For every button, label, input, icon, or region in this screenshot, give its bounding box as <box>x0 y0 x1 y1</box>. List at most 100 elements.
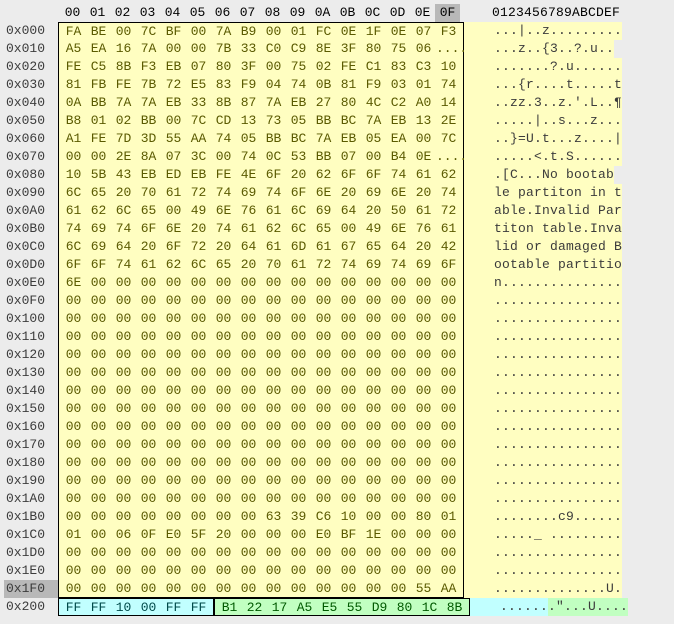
hex-byte[interactable]: 00 <box>161 472 186 490</box>
hex-byte[interactable]: 69 <box>86 220 111 238</box>
hex-bytes[interactable]: 00000000000000006339C61000008001 <box>58 508 464 526</box>
col-header[interactable]: 06 <box>210 4 235 22</box>
hex-byte[interactable]: 00 <box>361 580 386 597</box>
hex-byte[interactable]: B1 <box>217 599 242 615</box>
hex-byte[interactable]: 00 <box>436 328 461 346</box>
hex-byte[interactable]: 00 <box>161 580 186 597</box>
hex-byte[interactable]: 00 <box>361 148 386 166</box>
hex-byte[interactable]: 7A <box>261 94 286 112</box>
hex-byte[interactable]: 00 <box>236 310 261 328</box>
hex-byte[interactable]: 00 <box>436 400 461 418</box>
hex-byte[interactable]: 00 <box>436 436 461 454</box>
hex-byte[interactable]: 81 <box>336 76 361 94</box>
hex-byte[interactable]: 1C <box>417 599 442 615</box>
hex-byte[interactable]: 0F <box>136 526 161 544</box>
hex-byte[interactable]: 00 <box>261 400 286 418</box>
hex-byte[interactable]: 3F <box>236 58 261 76</box>
hex-byte[interactable]: 00 <box>136 418 161 436</box>
hex-byte[interactable]: 00 <box>311 292 336 310</box>
hex-byte[interactable]: 00 <box>361 436 386 454</box>
hex-bytes[interactable]: 00000000000000000000000000000000 <box>58 310 464 328</box>
hex-byte[interactable]: 00 <box>361 382 386 400</box>
hex-byte[interactable]: 74 <box>111 256 136 274</box>
hex-byte[interactable]: 00 <box>111 490 136 508</box>
hex-byte[interactable]: 00 <box>211 382 236 400</box>
hex-byte[interactable]: 00 <box>386 580 411 597</box>
hex-bytes[interactable]: 6C6964206F722064616D616765642042 <box>58 238 464 256</box>
hex-byte[interactable]: 00 <box>236 292 261 310</box>
hex-byte[interactable]: 00 <box>386 472 411 490</box>
hex-byte[interactable]: 20 <box>361 202 386 220</box>
hex-byte[interactable]: B9 <box>236 23 261 40</box>
offset-cell[interactable]: 0x100 <box>4 310 58 328</box>
hex-byte[interactable]: 00 <box>361 418 386 436</box>
hex-row[interactable]: 0x03081FBFE7B72E583F904740B81F9030174...… <box>4 76 674 94</box>
hex-byte[interactable]: 00 <box>386 274 411 292</box>
hex-byte[interactable]: 00 <box>311 310 336 328</box>
hex-byte[interactable]: EB <box>336 130 361 148</box>
hex-byte[interactable]: 2E <box>436 112 461 130</box>
hex-byte[interactable]: 6F <box>136 220 161 238</box>
hex-byte[interactable]: 87 <box>236 94 261 112</box>
col-header[interactable]: 03 <box>135 4 160 22</box>
hex-byte[interactable]: 00 <box>61 382 86 400</box>
ascii-cell[interactable]: ................ <box>464 454 622 472</box>
hex-byte[interactable]: D9 <box>367 599 392 615</box>
hex-byte[interactable]: 20 <box>411 238 436 256</box>
offset-cell[interactable]: 0x0C0 <box>4 238 58 256</box>
hex-byte[interactable]: 69 <box>236 184 261 202</box>
hex-byte[interactable]: 00 <box>411 274 436 292</box>
hex-byte[interactable]: 00 <box>186 292 211 310</box>
hex-byte[interactable]: 04 <box>261 76 286 94</box>
hex-byte[interactable]: 69 <box>361 256 386 274</box>
ascii-cell[interactable]: ..}=U.t...z....| <box>464 130 622 148</box>
hex-byte[interactable]: 20 <box>211 526 236 544</box>
hex-byte[interactable]: 00 <box>236 274 261 292</box>
hex-byte[interactable]: 8E <box>311 40 336 58</box>
hex-byte[interactable]: 05 <box>236 130 261 148</box>
hex-byte[interactable]: 00 <box>336 418 361 436</box>
hex-byte[interactable]: 73 <box>261 112 286 130</box>
hex-byte[interactable]: 6E <box>311 184 336 202</box>
hex-byte[interactable]: 00 <box>186 508 211 526</box>
hex-byte[interactable]: 74 <box>386 256 411 274</box>
offset-cell[interactable]: 0x1D0 <box>4 544 58 562</box>
hex-byte[interactable]: C9 <box>286 40 311 58</box>
hex-byte[interactable]: 00 <box>136 599 161 615</box>
hex-byte[interactable]: 69 <box>411 256 436 274</box>
hex-byte[interactable]: 10 <box>111 599 136 615</box>
hex-byte[interactable]: 00 <box>61 508 86 526</box>
hex-byte[interactable]: 74 <box>111 220 136 238</box>
hex-byte[interactable]: 00 <box>286 580 311 597</box>
hex-byte[interactable]: EB <box>161 58 186 76</box>
hex-byte[interactable]: 6E <box>386 184 411 202</box>
hex-row[interactable]: 0x1A000000000000000000000000000000000...… <box>4 490 674 508</box>
hex-byte[interactable]: 00 <box>236 418 261 436</box>
hex-byte[interactable]: 10 <box>336 508 361 526</box>
hex-byte[interactable]: 2E <box>111 148 136 166</box>
hex-byte[interactable]: 72 <box>311 256 336 274</box>
hex-byte[interactable]: 20 <box>236 256 261 274</box>
hex-byte[interactable]: 00 <box>211 328 236 346</box>
hex-byte[interactable]: 00 <box>236 490 261 508</box>
hex-byte[interactable]: 00 <box>186 310 211 328</box>
hex-byte[interactable]: 00 <box>136 454 161 472</box>
hex-byte[interactable]: 00 <box>386 454 411 472</box>
hex-byte[interactable]: 00 <box>211 580 236 597</box>
hex-byte[interactable]: 7A <box>136 40 161 58</box>
hex-byte[interactable]: 80 <box>411 508 436 526</box>
hex-byte[interactable]: 00 <box>111 562 136 580</box>
hex-byte[interactable]: 00 <box>261 364 286 382</box>
hex-byte[interactable]: 7D <box>111 130 136 148</box>
hex-bytes[interactable]: 81FBFE7B72E583F904740B81F9030174 <box>58 76 464 94</box>
hex-byte[interactable]: 00 <box>261 346 286 364</box>
hex-byte[interactable]: 05 <box>361 130 386 148</box>
offset-cell[interactable]: 0x060 <box>4 130 58 148</box>
hex-bytes[interactable]: 00002E8A073C00740C53BB0700B40E.... <box>58 148 464 166</box>
hex-byte[interactable]: 00 <box>261 310 286 328</box>
col-header[interactable]: 0D <box>385 4 410 22</box>
hex-bytes[interactable]: 6E000000000000000000000000000000 <box>58 274 464 292</box>
hex-byte[interactable]: 00 <box>211 292 236 310</box>
ascii-cell[interactable]: titon table.Inva <box>464 220 622 238</box>
hex-byte[interactable]: 00 <box>336 220 361 238</box>
